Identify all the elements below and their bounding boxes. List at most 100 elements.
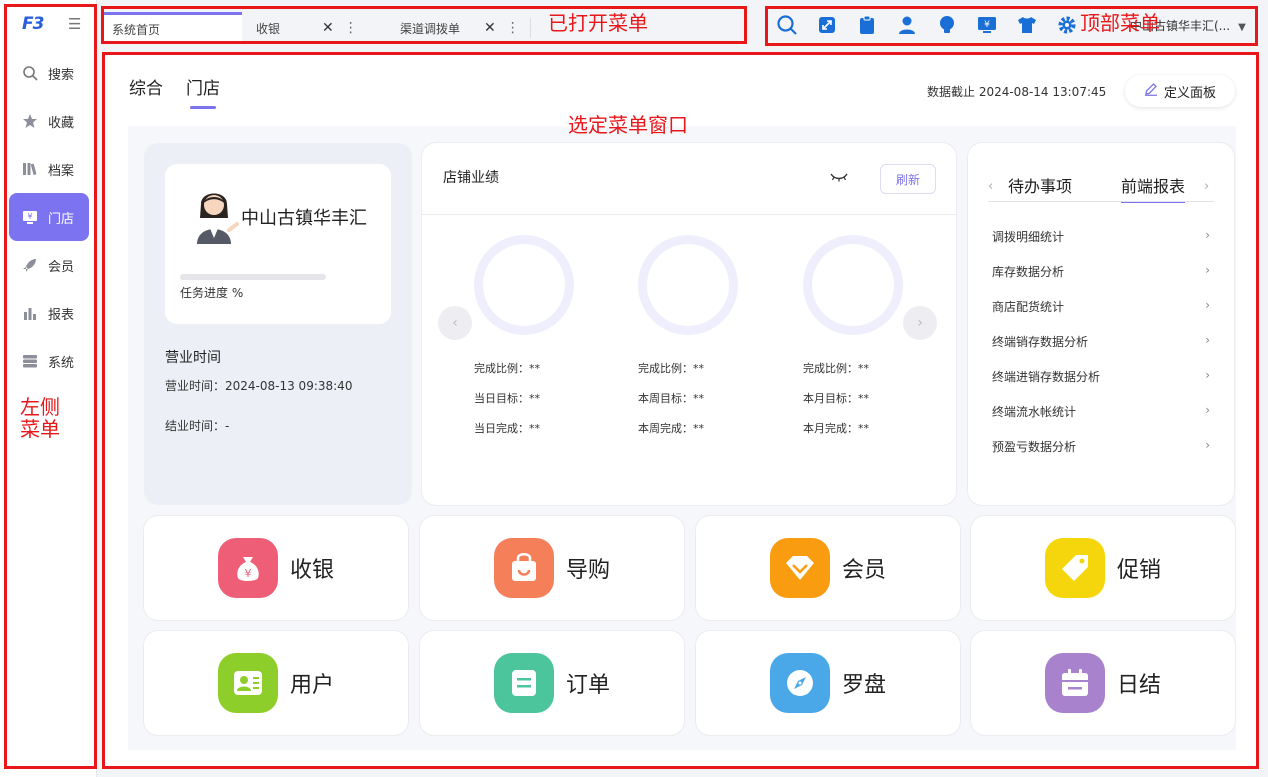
sidebar-item-archive[interactable]: 档案 [9, 145, 89, 193]
tile-promotion[interactable]: 促销 [971, 516, 1235, 620]
bulb-icon[interactable] [936, 14, 958, 36]
weekly-ratio: 完成比例：** [638, 362, 704, 375]
daily-target: 当日目标：** [474, 392, 540, 405]
tile-label: 罗盘 [841, 673, 886, 698]
report-item[interactable]: 预盈亏数据分析 › [992, 438, 1210, 455]
chevron-left-icon[interactable]: ‹ [988, 179, 993, 194]
task-progress-label: 任务进度 % [180, 286, 244, 300]
collapse-sidebar-icon[interactable]: ☰ [68, 15, 81, 33]
task-progress-bar [180, 274, 326, 280]
daily-done: 当日完成：** [474, 422, 540, 435]
shirt-icon[interactable] [1016, 14, 1038, 36]
books-icon [21, 160, 39, 178]
tile-shopping-guide[interactable]: 导购 [420, 516, 684, 620]
tab-cashier[interactable]: 收银 ✕ ⋮ [256, 12, 358, 44]
report-item[interactable]: 商店配货统计 › [992, 298, 1210, 315]
tab-label: 前端报表 [1121, 177, 1186, 196]
user-card-icon [217, 653, 278, 713]
clipboard-icon[interactable] [856, 14, 878, 36]
sidebar-item-member[interactable]: 会员 [9, 241, 89, 289]
tile-cashier[interactable]: ¥ 收银 [144, 516, 408, 620]
tab-label: 系统首页 [112, 23, 161, 37]
annotation-sidebar-label: 左侧 菜单 [20, 396, 60, 440]
fullscreen-icon[interactable] [816, 14, 838, 36]
bar-chart-icon [21, 304, 39, 322]
server-icon [21, 352, 39, 370]
report-item-label: 调拨明细统计 [992, 230, 1065, 244]
report-item[interactable]: 库存数据分析 › [992, 263, 1210, 280]
define-panel-button[interactable]: 定义面板 [1125, 75, 1235, 107]
order-icon [493, 653, 554, 713]
tile-label: 导购 [565, 558, 610, 583]
user-icon[interactable] [896, 14, 918, 36]
logo: F3 [22, 14, 44, 34]
store-performance-card: 店铺业绩 刷新 ‹ › 完成比例：** 当日目标：** 当日完成：** 完成比例… [422, 143, 956, 505]
tab-label: 待办事项 [1008, 177, 1073, 196]
monthly-ratio: 完成比例：** [803, 362, 869, 375]
tile-user[interactable]: 用户 [144, 631, 408, 735]
daily-progress-ring [474, 235, 574, 335]
close-icon[interactable]: ✕ [484, 20, 496, 36]
tile-label: 促销 [1116, 558, 1161, 583]
report-item[interactable]: 终端进销存数据分析 › [992, 368, 1210, 385]
tab-frontend-reports[interactable]: 前端报表 [1121, 173, 1186, 203]
sidebar-item-search[interactable]: 搜索 [9, 49, 89, 97]
open-tabs-bar: 系统首页 收银 ✕ ⋮ 渠道调拨单 ✕ ⋮ [100, 2, 755, 46]
chevron-right-icon: › [1205, 298, 1210, 312]
chevron-right-icon[interactable]: › [1204, 179, 1209, 194]
store-profile: 中山古镇华丰汇 任务进度 % [165, 164, 391, 324]
tab-todo[interactable]: 待办事项 [1008, 173, 1072, 197]
sidebar-item-label: 会员 [48, 259, 75, 275]
report-item-label: 库存数据分析 [992, 265, 1065, 279]
open-time: 营业时间：2024-08-13 09:38:40 [165, 379, 353, 393]
report-item[interactable]: 终端流水帐统计 › [992, 403, 1210, 420]
sidebar-item-label: 报表 [48, 307, 75, 323]
refresh-button[interactable]: 刷新 [880, 164, 936, 194]
chevron-right-icon: › [1205, 263, 1210, 277]
sidebar-item-label: 系统 [48, 355, 75, 371]
report-item[interactable]: 终端销存数据分析 › [992, 333, 1210, 350]
tile-order[interactable]: 订单 [420, 631, 684, 735]
search-icon[interactable] [776, 14, 798, 36]
tile-label: 用户 [289, 673, 334, 698]
eye-closed-icon[interactable] [830, 171, 848, 186]
annotation-text: 菜单 [20, 417, 60, 441]
tile-compass[interactable]: 罗盘 [696, 631, 960, 735]
chevron-right-icon: › [1205, 368, 1210, 382]
more-icon[interactable]: ⋮ [344, 20, 358, 36]
monthly-progress-ring [803, 235, 903, 335]
close-icon[interactable]: ✕ [322, 20, 334, 36]
tab-home[interactable]: 系统首页 [104, 12, 242, 44]
gear-icon[interactable] [1056, 14, 1078, 36]
chevron-right-icon: › [1205, 333, 1210, 347]
sidebar-item-favorites[interactable]: 收藏 [9, 97, 89, 145]
daily-ratio: 完成比例：** [474, 362, 540, 375]
sidebar-item-reports[interactable]: 报表 [9, 289, 89, 337]
tile-member[interactable]: 会员 [696, 516, 960, 620]
next-arrow-icon[interactable]: › [903, 306, 937, 340]
avatar [191, 186, 239, 248]
tab-transfer[interactable]: 渠道调拨单 ✕ ⋮ [400, 12, 520, 44]
more-icon[interactable]: ⋮ [506, 20, 520, 36]
main-window: 综合 门店 数据截止 2024-08-14 13:07:45 定义面板 中山古镇… [104, 54, 1258, 768]
divider [988, 201, 1214, 202]
sidebar-item-system[interactable]: 系统 [9, 337, 89, 385]
store-icon: ¥ [21, 208, 39, 226]
annotation-topbar-label: 顶部菜单 [1080, 11, 1160, 35]
top-toolbar: ¥ 中山古镇华丰汇(... ▼ [760, 2, 1268, 46]
tile-daily-settlement[interactable]: 日结 [971, 631, 1235, 735]
sidebar-item-label: 门店 [48, 211, 75, 227]
tab-overview[interactable]: 综合 [129, 74, 163, 99]
report-item[interactable]: 调拨明细统计 › [992, 228, 1210, 245]
prev-arrow-icon[interactable]: ‹ [438, 306, 472, 340]
performance-title: 店铺业绩 [443, 170, 499, 186]
cashier-icon[interactable]: ¥ [976, 14, 998, 36]
close-time: 结业时间：- [165, 419, 230, 433]
compass-icon [769, 653, 830, 713]
monthly-done: 本月完成：** [803, 422, 869, 435]
report-item-label: 终端进销存数据分析 [992, 370, 1101, 384]
sidebar-item-store[interactable]: ¥ 门店 [9, 193, 89, 241]
business-hours-title: 营业时间 [165, 350, 221, 366]
chevron-right-icon: › [1205, 438, 1210, 452]
tab-store[interactable]: 门店 [186, 74, 220, 109]
